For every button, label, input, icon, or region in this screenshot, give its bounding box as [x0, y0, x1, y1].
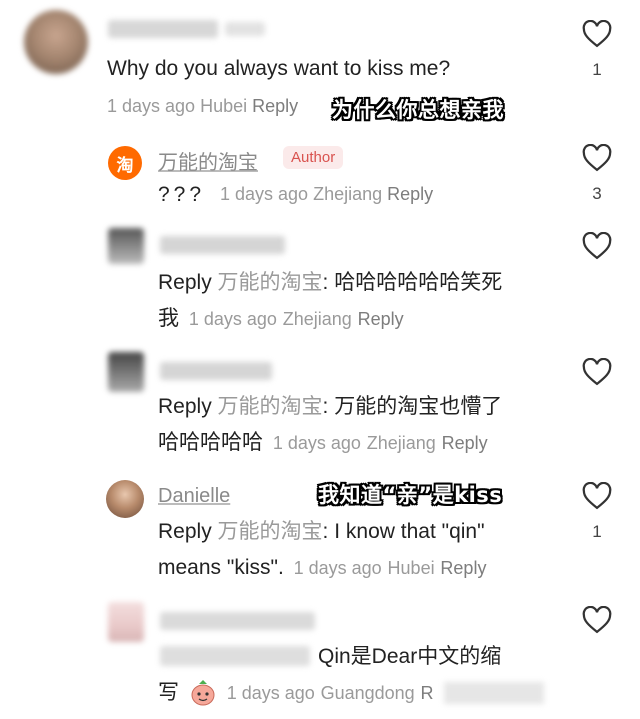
- comment-line2: means "kiss". 1 days ago Hubei Reply: [158, 549, 486, 587]
- username-blurred[interactable]: [160, 236, 285, 254]
- comment-body-line2: 哈哈哈哈哈: [158, 431, 263, 454]
- reply-button[interactable]: Reply: [358, 309, 404, 329]
- comment-meta: 1 days ago Hubei Reply: [107, 96, 298, 117]
- comment-text: ???: [158, 183, 206, 206]
- comment-body-line2: 我: [158, 307, 179, 330]
- avatar[interactable]: [108, 228, 144, 264]
- comment-time: 1 days ago: [293, 558, 382, 578]
- heart-icon[interactable]: [582, 606, 612, 634]
- comment-body-line1: I know that "qin": [334, 520, 485, 543]
- author-name[interactable]: 万能的淘宝: [158, 146, 258, 175]
- username-blurred[interactable]: [160, 362, 272, 380]
- author-badge: Author: [283, 146, 344, 169]
- reply-prefix: Reply: [158, 395, 212, 418]
- taobao-logo-char: 淘: [116, 155, 134, 175]
- comment-location: Zhejiang: [313, 184, 383, 204]
- reply-button[interactable]: Reply: [252, 96, 298, 116]
- reply-to-user[interactable]: 万能的淘宝: [218, 271, 323, 294]
- comment-body-line1: 万能的淘宝也懵了: [334, 395, 503, 418]
- comment-time: 1 days ago: [226, 683, 315, 703]
- comment-line2: 写 1 days ago Guangdong R: [158, 674, 434, 712]
- comment-location: Guangdong: [320, 683, 415, 703]
- avatar[interactable]: [108, 352, 144, 392]
- reply-to-user[interactable]: 万能的淘宝: [218, 395, 323, 418]
- comment-location: Zhejiang: [282, 309, 352, 329]
- heart-icon[interactable]: [582, 482, 612, 510]
- comment-text: Qin是Dear中文的缩: [318, 645, 502, 668]
- comment-text: Reply 万能的淘宝: 万能的淘宝也懵了: [158, 395, 503, 418]
- avatar[interactable]: [106, 480, 144, 518]
- heart-icon[interactable]: [582, 232, 612, 260]
- comment-text: Reply 万能的淘宝: 哈哈哈哈哈哈笑死: [158, 271, 503, 294]
- comment-line2: 我 1 days ago Zhejiang Reply: [158, 300, 404, 338]
- heart-icon[interactable]: [582, 358, 612, 386]
- reply-button[interactable]: Reply: [440, 558, 486, 578]
- username-blurred[interactable]: [108, 20, 218, 38]
- comment-body-line1: 哈哈哈哈哈哈笑死: [334, 271, 503, 294]
- username-blurred-line2: [160, 646, 310, 666]
- avatar[interactable]: [108, 602, 144, 642]
- reply-prefix: Reply: [158, 271, 212, 294]
- reply-prefix: Reply: [158, 520, 212, 543]
- like-count: 3: [592, 184, 602, 203]
- heart-icon[interactable]: [582, 20, 612, 48]
- like-count: 1: [592, 60, 602, 79]
- comment-meta: 1 days ago Zhejiang Reply: [220, 184, 433, 205]
- reply-button[interactable]: R: [421, 683, 434, 703]
- heart-icon[interactable]: [582, 144, 612, 172]
- comment-location: Zhejiang: [366, 433, 436, 453]
- comment-location: Hubei: [200, 96, 248, 116]
- emoji-sticker-icon: [189, 679, 217, 707]
- author-name[interactable]: Danielle: [158, 485, 230, 508]
- comment-time: 1 days ago: [188, 309, 277, 329]
- comment-time: 1 days ago: [220, 184, 309, 204]
- avatar[interactable]: [24, 10, 88, 74]
- comment-time: 1 days ago: [272, 433, 361, 453]
- reply-button[interactable]: Reply: [387, 184, 433, 204]
- comment-time: 1 days ago: [107, 96, 196, 116]
- comment-text: Why do you always want to kiss me?: [107, 57, 451, 80]
- comment-body-line2: 写: [158, 681, 179, 704]
- comment-location: Hubei: [387, 558, 435, 578]
- annotation-caption: 为什么你总想亲我: [332, 98, 504, 122]
- like-count: 1: [592, 522, 602, 541]
- comment-text: Reply 万能的淘宝: I know that "qin": [158, 520, 485, 543]
- comment-body-line2: means "kiss".: [158, 556, 284, 579]
- blurred-overlay: [444, 682, 544, 704]
- reply-to-user[interactable]: 万能的淘宝: [218, 520, 323, 543]
- username-blurred[interactable]: [160, 612, 315, 630]
- reply-button[interactable]: Reply: [442, 433, 488, 453]
- annotation-caption: 我知道“亲”是kiss: [318, 483, 503, 507]
- username-blurred-2: [225, 22, 265, 36]
- comment-line2: 哈哈哈哈哈 1 days ago Zhejiang Reply: [158, 424, 488, 462]
- taobao-logo-icon[interactable]: 淘: [108, 146, 142, 180]
